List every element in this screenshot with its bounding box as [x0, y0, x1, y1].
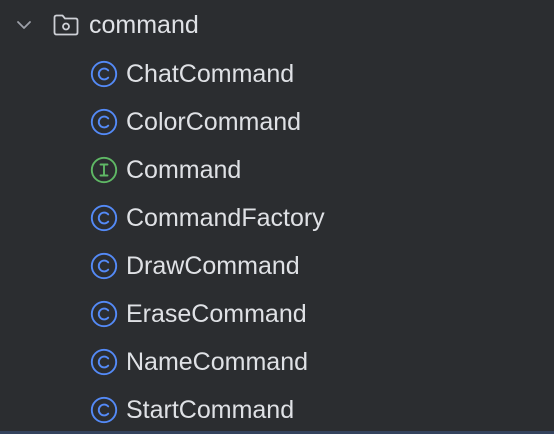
class-icon	[90, 300, 118, 328]
tree-item-commandfactory[interactable]: CommandFactory	[0, 194, 554, 240]
tree-item-erasecommand[interactable]: EraseCommand	[0, 290, 554, 336]
tree-item-label: Command	[126, 156, 242, 184]
chevron-down-icon[interactable]	[14, 15, 34, 35]
class-icon	[90, 396, 118, 424]
tree-item-drawcommand[interactable]: DrawCommand	[0, 242, 554, 288]
package-folder-icon	[52, 13, 80, 37]
tree-item-namecommand[interactable]: NameCommand	[0, 338, 554, 384]
tree-item-label: CommandFactory	[126, 204, 325, 232]
class-icon	[90, 60, 118, 88]
tree-item-startcommand[interactable]: StartCommand	[0, 386, 554, 432]
tree-item-label: EraseCommand	[126, 300, 307, 328]
project-tree: command ChatCommand ColorCommand Command Co…	[0, 0, 554, 434]
class-icon	[90, 348, 118, 376]
tree-item-chatcommand[interactable]: ChatCommand	[0, 50, 554, 96]
tree-item-label: ColorCommand	[126, 108, 302, 136]
tree-item-label: ChatCommand	[126, 60, 295, 88]
class-icon	[90, 108, 118, 136]
class-icon	[90, 204, 118, 232]
tree-item-colorcommand[interactable]: ColorCommand	[0, 98, 554, 144]
interface-icon	[90, 156, 118, 184]
class-icon	[90, 252, 118, 280]
folder-label: command	[89, 11, 199, 39]
tree-item-command[interactable]: Command	[0, 146, 554, 192]
tree-item-label: NameCommand	[126, 348, 309, 376]
tree-item-label: StartCommand	[126, 396, 295, 424]
tree-folder-row-command[interactable]: command	[0, 2, 554, 48]
tree-item-label: DrawCommand	[126, 252, 300, 280]
